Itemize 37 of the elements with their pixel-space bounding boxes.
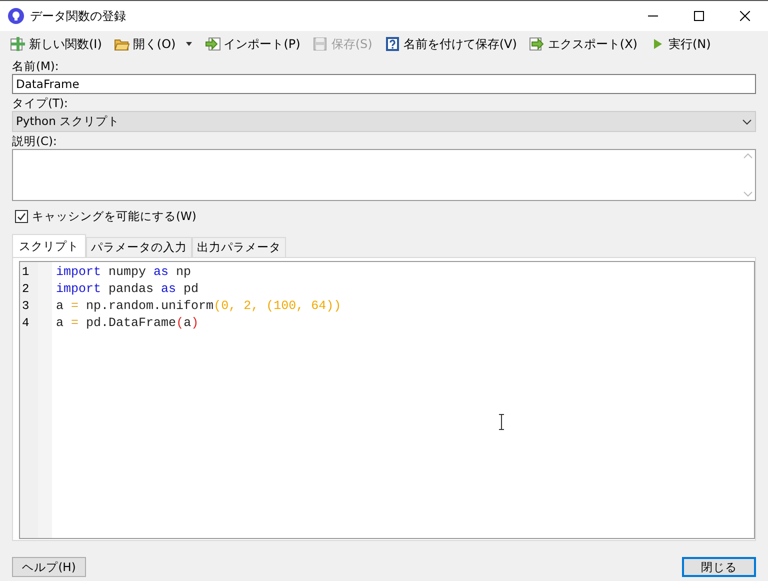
toolbar-button[interactable]: エクスポート(X) (528, 36, 638, 52)
code-line: import numpy as np (56, 264, 192, 281)
toolbar-button[interactable]: 開く(O) (114, 36, 193, 52)
dialog-button[interactable]: 閉じる (682, 557, 756, 577)
toolbar-button[interactable]: 実行(N) (649, 36, 711, 52)
toolbar-button[interactable]: 新しい関数(I) (10, 36, 102, 52)
line-number: 3 (21, 298, 30, 315)
field-label: 説明(C): (12, 134, 58, 149)
field-label: 名前(M): (12, 59, 60, 74)
type-dropdown[interactable]: Python スクリプト (12, 111, 756, 132)
dialog-button[interactable]: ヘルプ(H) (12, 557, 86, 577)
checkbox[interactable] (15, 210, 28, 223)
toolbar-button[interactable]: インポート(P) (204, 36, 300, 52)
window-title: データ関数の登録 (30, 8, 127, 24)
code-line: import pandas as pd (56, 281, 200, 298)
code-editor[interactable]: 1 2 3 4 import numpy as np import pandas as pd a = np.random.uniform(0, 2, (100, 64)) a = pd.DataFrame(a) (19, 261, 755, 539)
tab[interactable]: パラメータの入力 (86, 237, 192, 257)
text-cursor-icon (498, 414, 505, 430)
chevron-down-icon (742, 118, 752, 124)
line-number: 4 (21, 315, 30, 332)
tab[interactable]: スクリプト (12, 234, 86, 257)
import-icon (204, 36, 221, 52)
export-icon (528, 36, 545, 52)
tab[interactable]: 出力パラメータ (192, 237, 286, 257)
checkbox-label: キャッシングを可能にする(W) (32, 209, 196, 224)
lightbulb-icon (8, 8, 24, 24)
new-icon (10, 36, 26, 52)
maximize-icon[interactable] (694, 11, 704, 21)
toolbar-button[interactable]: 名前を付けて保存(V) (384, 36, 517, 52)
field-label: タイプ(T): (12, 96, 69, 111)
save-icon (312, 36, 328, 52)
line-number: 2 (21, 281, 30, 298)
code-line: a = pd.DataFrame(a) (56, 315, 200, 332)
close-icon[interactable] (740, 11, 750, 21)
name-field[interactable]: DataFrame (12, 74, 756, 94)
line-number: 1 (21, 264, 30, 281)
code-line: a = np.random.uniform(0, 2, (100, 64)) (56, 298, 342, 315)
